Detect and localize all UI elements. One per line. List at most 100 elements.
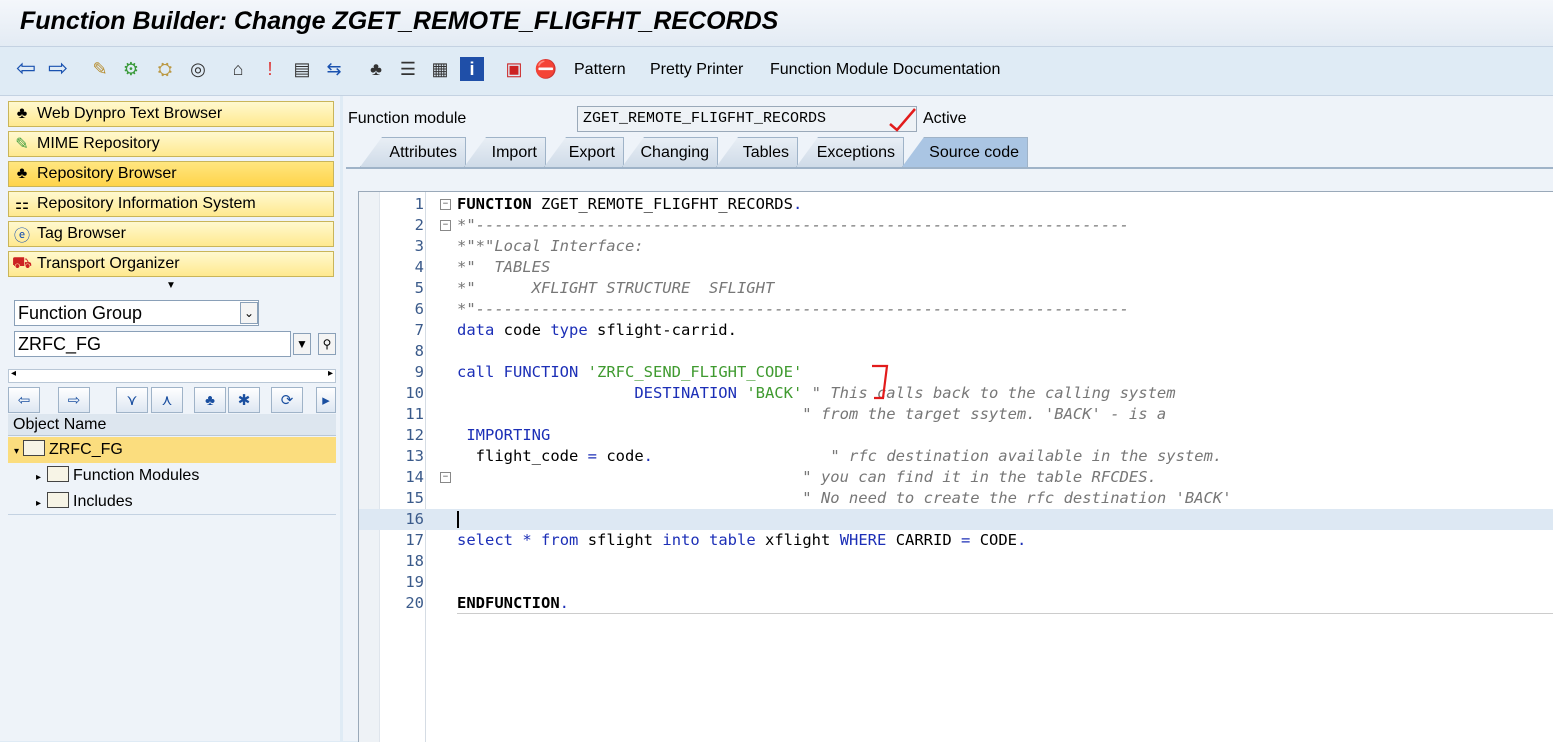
code-line[interactable]: 9 call FUNCTION 'ZRFC_SEND_FLIGHT_CODE': [359, 362, 1553, 383]
line-number: 1: [414, 195, 424, 213]
test-icon[interactable]: ◎: [186, 57, 210, 81]
check-icon[interactable]: ⚙: [119, 57, 143, 81]
code-text: *" TABLES: [457, 258, 551, 276]
code-line[interactable]: 7 data code type sflight-carrid.: [359, 320, 1553, 341]
pretty-printer-button[interactable]: Pretty Printer: [650, 61, 743, 79]
list-icon[interactable]: ▦: [428, 57, 452, 81]
code-line[interactable]: 13 flight_code = code. " rfc destination…: [359, 446, 1553, 467]
line-number: 3: [414, 237, 424, 255]
code-text: flight_code = code. " rfc destination av…: [457, 447, 1223, 465]
stack-icon[interactable]: ☰: [396, 57, 420, 81]
info-icon[interactable]: i: [460, 57, 484, 81]
code-line[interactable]: 10 DESTINATION 'BACK' " This calls back …: [359, 383, 1553, 404]
folder-icon: [47, 465, 70, 482]
collapse-all-icon[interactable]: ⋏: [151, 387, 183, 413]
code-line[interactable]: 2 − *"------------------------------------…: [359, 215, 1553, 236]
collapsed-caret-icon[interactable]: ▸: [36, 472, 41, 483]
line-number: 13: [405, 447, 424, 465]
code-text: " you can find it in the table RFCDES.: [457, 468, 1157, 486]
code-line[interactable]: 20 ENDFUNCTION.: [359, 593, 1553, 614]
hierarchy-icon[interactable]: ♣: [364, 57, 388, 81]
code-line[interactable]: 19: [359, 572, 1553, 593]
back-arrow-icon[interactable]: ⇦: [14, 57, 38, 81]
tab-source-code[interactable]: Source code: [902, 137, 1028, 167]
code-line[interactable]: 17 select * from sflight into table xflig…: [359, 530, 1553, 551]
object-list-icon[interactable]: ǃ: [258, 57, 282, 81]
pattern-button[interactable]: Pattern: [574, 61, 626, 79]
nav-label: MIME Repository: [37, 135, 160, 152]
object-name-input[interactable]: ZRFC_FG: [14, 331, 291, 357]
tree-node-function-modules[interactable]: ▸ Function Modules: [8, 463, 336, 489]
line-number: 15: [405, 489, 424, 507]
chevron-down-icon[interactable]: ⌄: [240, 302, 258, 324]
code-line[interactable]: 6 *"-------------------------------------…: [359, 299, 1553, 320]
display-glasses-icon[interactable]: ⚲: [318, 333, 336, 355]
line-number: 8: [414, 342, 424, 360]
code-line[interactable]: 11 " from the target ssytem. 'BACK' - is…: [359, 404, 1553, 425]
line-number: 6: [414, 300, 424, 318]
tree-node-includes[interactable]: ▸ Includes: [8, 489, 336, 515]
code-text: *" XFLIGHT STRUCTURE SFLIGHT: [457, 279, 775, 297]
tree-back-icon[interactable]: ⇦: [8, 387, 40, 413]
nav-web-dynpro-text-browser[interactable]: ♣ Web Dynpro Text Browser: [8, 101, 334, 127]
truck-icon: ⛟: [11, 255, 33, 272]
tree-hierarchy-icon[interactable]: ♣: [194, 387, 226, 413]
object-type-select[interactable]: Function Group: [14, 300, 259, 326]
other-object-icon[interactable]: ✎: [88, 57, 112, 81]
fold-toggle-icon[interactable]: −: [440, 220, 451, 231]
nav-transport-organizer[interactable]: ⛟ Transport Organizer: [8, 251, 334, 277]
nav-label: Repository Information System: [37, 195, 256, 212]
line-number: 4: [414, 258, 424, 276]
tree-more-icon[interactable]: ▸: [316, 387, 336, 413]
star-icon[interactable]: ✱: [228, 387, 260, 413]
code-line[interactable]: 12 IMPORTING: [359, 425, 1553, 446]
stop-icon[interactable]: ⛔: [534, 57, 558, 81]
line-number: 17: [405, 531, 424, 549]
collapse-arrow-icon[interactable]: ▼: [166, 280, 176, 291]
line-number: 18: [405, 552, 424, 570]
code-line[interactable]: 5 *" XFLIGHT STRUCTURE SFLIGHT: [359, 278, 1553, 299]
scroll-left-icon[interactable]: ◂: [11, 368, 16, 379]
code-line[interactable]: 18: [359, 551, 1553, 572]
tab-underline: [346, 167, 1553, 169]
nav-tag-browser[interactable]: ⓔ Tag Browser: [8, 221, 334, 247]
display-navigation-icon[interactable]: ▤: [290, 57, 314, 81]
code-line[interactable]: 4 *" TABLES: [359, 257, 1553, 278]
nav-mime-repository[interactable]: ✎ MIME Repository: [8, 131, 334, 157]
fold-toggle-icon[interactable]: −: [440, 472, 451, 483]
horizontal-scrollbar[interactable]: ◂ ▸: [8, 368, 336, 383]
code-line[interactable]: 1 − FUNCTION ZGET_REMOTE_FLIGFHT_RECORDS.: [359, 194, 1553, 215]
dropdown-arrow-icon[interactable]: ▼: [293, 333, 311, 355]
code-text: ENDFUNCTION.: [457, 594, 569, 612]
code-line[interactable]: 16: [359, 509, 1553, 530]
line-number: 19: [405, 573, 424, 591]
code-line[interactable]: 15 " No need to create the rfc destinati…: [359, 488, 1553, 509]
where-used-icon[interactable]: ⌂: [226, 57, 250, 81]
code-text: *"--------------------------------------…: [457, 216, 1129, 234]
title-bar: Function Builder: Change ZGET_REMOTE_FLI…: [0, 0, 1553, 47]
activate-icon[interactable]: ⛭: [153, 57, 177, 81]
breakpoint-icon[interactable]: ▣: [502, 57, 526, 81]
tag-icon: ⓔ: [13, 228, 30, 245]
scroll-right-icon[interactable]: ▸: [328, 368, 333, 379]
nav-label: Transport Organizer: [37, 255, 180, 272]
code-line[interactable]: 3 *"*"Local Interface:: [359, 236, 1553, 257]
code-line[interactable]: 14 − " you can find it in the table RFCDE…: [359, 467, 1553, 488]
abap-code-editor[interactable]: 1− FUNCTION ZGET_REMOTE_FLIGFHT_RECORDS. 2…: [358, 191, 1553, 742]
tree-forward-icon[interactable]: ⇨: [58, 387, 90, 413]
tree-node-function-group[interactable]: ▾ ZRFC_FG: [8, 437, 336, 463]
main-program-icon[interactable]: ⇆: [322, 57, 346, 81]
fm-documentation-button[interactable]: Function Module Documentation: [770, 61, 1000, 79]
fold-toggle-icon[interactable]: −: [440, 199, 451, 210]
nav-repository-browser[interactable]: ♣ Repository Browser: [8, 161, 334, 187]
refresh-icon[interactable]: ⟳: [271, 387, 303, 413]
line-number: 16: [405, 510, 424, 528]
collapsed-caret-icon[interactable]: ▸: [36, 498, 41, 509]
code-text: FUNCTION ZGET_REMOTE_FLIGFHT_RECORDS.: [457, 195, 803, 213]
nav-repository-information-system[interactable]: ⚏ Repository Information System: [8, 191, 334, 217]
code-line[interactable]: 8: [359, 341, 1553, 362]
expand-all-icon[interactable]: ⋎: [116, 387, 148, 413]
forward-arrow-icon[interactable]: ⇨: [46, 57, 70, 81]
expanded-caret-icon[interactable]: ▾: [14, 446, 19, 457]
function-module-field[interactable]: ZGET_REMOTE_FLIGFHT_RECORDS: [577, 106, 917, 132]
